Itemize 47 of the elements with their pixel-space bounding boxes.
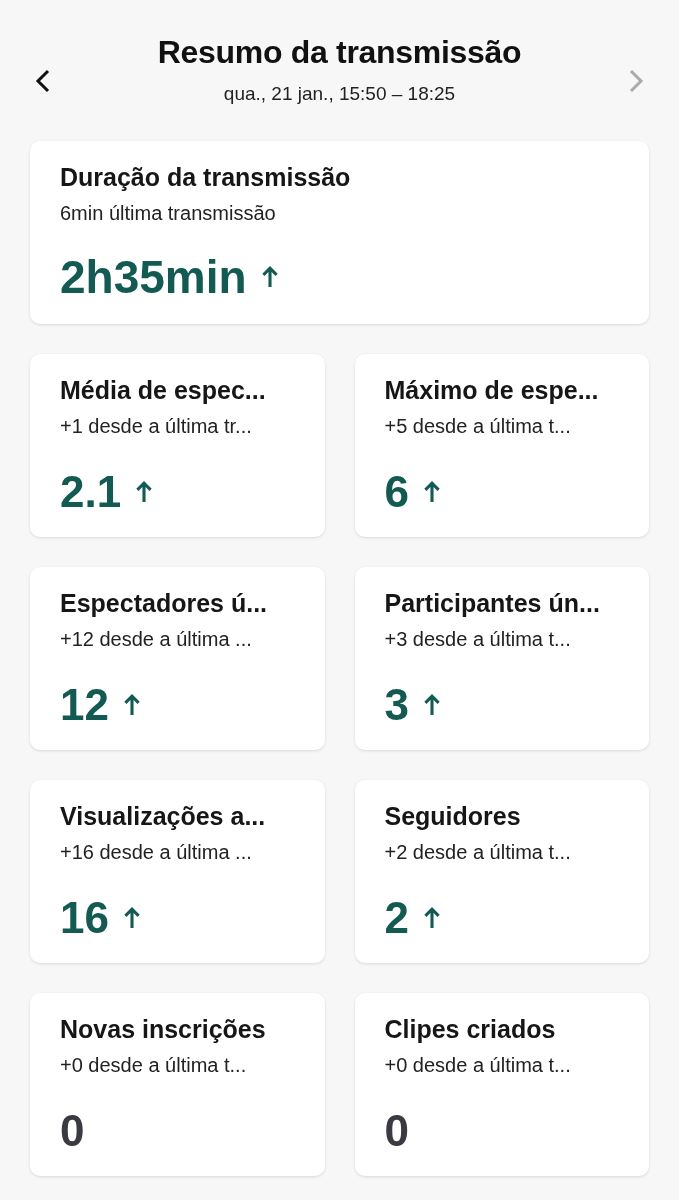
up-arrow-icon	[423, 907, 441, 929]
stat-comparison: +5 desde a última t...	[384, 415, 572, 438]
stat-title: Máximo de espe...	[384, 376, 600, 405]
stat-title: Duração da transmissão	[60, 163, 352, 192]
stat-value: 0	[60, 1106, 85, 1156]
stat-value: 16	[60, 893, 109, 943]
stat-card[interactable]: Participantes ún... +3 desde a última t... 3	[354, 567, 649, 750]
stat-value: 2h35min	[60, 250, 247, 304]
stat-comparison: +0 desde a última t...	[60, 1054, 248, 1077]
date-range: qua., 21 jan., 15:50 – 18:25	[223, 83, 456, 105]
stat-comparison: +2 desde a última t...	[384, 841, 572, 864]
page-title: Resumo da transmissão	[157, 34, 522, 71]
up-arrow-icon	[423, 694, 441, 716]
stat-title: Novas inscrições	[60, 1015, 267, 1044]
stat-comparison: +16 desde a última ...	[60, 841, 253, 864]
stat-comparison: 6min última transmissão	[60, 202, 277, 225]
stat-value: 0	[384, 1106, 409, 1156]
stat-value: 3	[384, 680, 409, 730]
stat-title: Média de espec...	[60, 376, 267, 405]
stat-title: Espectadores ú...	[60, 589, 269, 618]
stat-comparison: +1 desde a última tr...	[60, 415, 253, 438]
stat-card[interactable]: Seguidores +2 desde a última t... 2	[354, 780, 649, 963]
stat-card[interactable]: Visualizações a... +16 desde a última ... 16	[30, 780, 325, 963]
stat-value: 6	[384, 467, 409, 517]
stat-title: Seguidores	[384, 802, 522, 831]
stat-value: 12	[60, 680, 109, 730]
stat-comparison: +0 desde a última t...	[384, 1054, 572, 1077]
stat-value: 2.1	[60, 467, 122, 517]
stat-card[interactable]: Média de espec... +1 desde a última tr... 2.1	[30, 354, 325, 537]
up-arrow-icon	[135, 481, 154, 503]
stat-card[interactable]: Clipes criados +0 desde a última t... 0	[354, 993, 649, 1176]
stat-card[interactable]: Espectadores ú... +12 desde a última ... 12	[30, 567, 325, 750]
up-arrow-icon	[423, 481, 441, 503]
up-arrow-icon	[122, 694, 141, 716]
stat-comparison: +3 desde a última t...	[384, 628, 572, 651]
stat-title: Clipes criados	[384, 1015, 557, 1044]
stat-title: Participantes ún...	[384, 589, 601, 618]
chevron-left-icon	[34, 68, 52, 94]
stat-comparison: +12 desde a última ...	[60, 628, 253, 651]
stat-card[interactable]: Novas inscrições +0 desde a última t... 0	[30, 993, 325, 1176]
up-arrow-icon	[260, 266, 279, 288]
up-arrow-icon	[122, 907, 141, 929]
stat-title: Visualizações a...	[60, 802, 267, 831]
stat-value: 2	[384, 893, 409, 943]
stat-card[interactable]: Máximo de espe... +5 desde a última t... 6	[354, 354, 649, 537]
stat-card[interactable]: Duração da transmissão 6min última transmissão 2h35min	[30, 141, 649, 324]
chevron-right-icon	[627, 68, 645, 94]
